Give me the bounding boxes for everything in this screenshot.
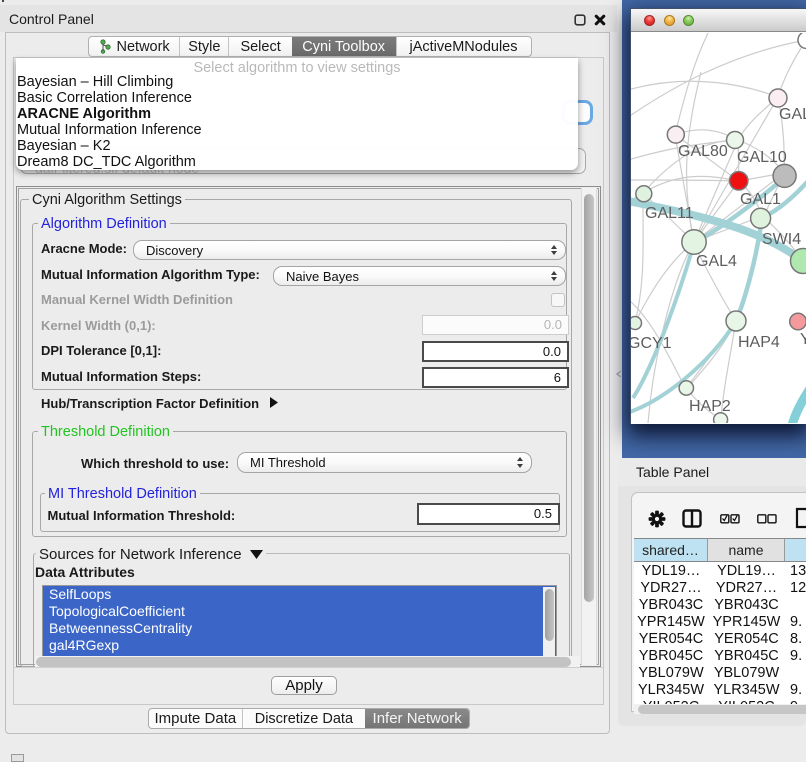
svg-text:GCY1: GCY1: [631, 335, 672, 352]
svg-text:HAP2: HAP2: [689, 398, 731, 415]
svg-text:GAL11: GAL11: [645, 205, 694, 222]
svg-text:Y: Y: [800, 331, 806, 348]
svg-text:GAL4: GAL4: [696, 253, 737, 270]
svg-text:GAL80: GAL80: [678, 143, 728, 160]
svg-text:GAL1: GAL1: [740, 191, 781, 208]
svg-text:HAP4: HAP4: [738, 334, 780, 351]
svg-text:SWI4: SWI4: [762, 231, 801, 248]
svg-text:GAL: GAL: [779, 106, 806, 123]
svg-text:GAL10: GAL10: [737, 149, 787, 166]
